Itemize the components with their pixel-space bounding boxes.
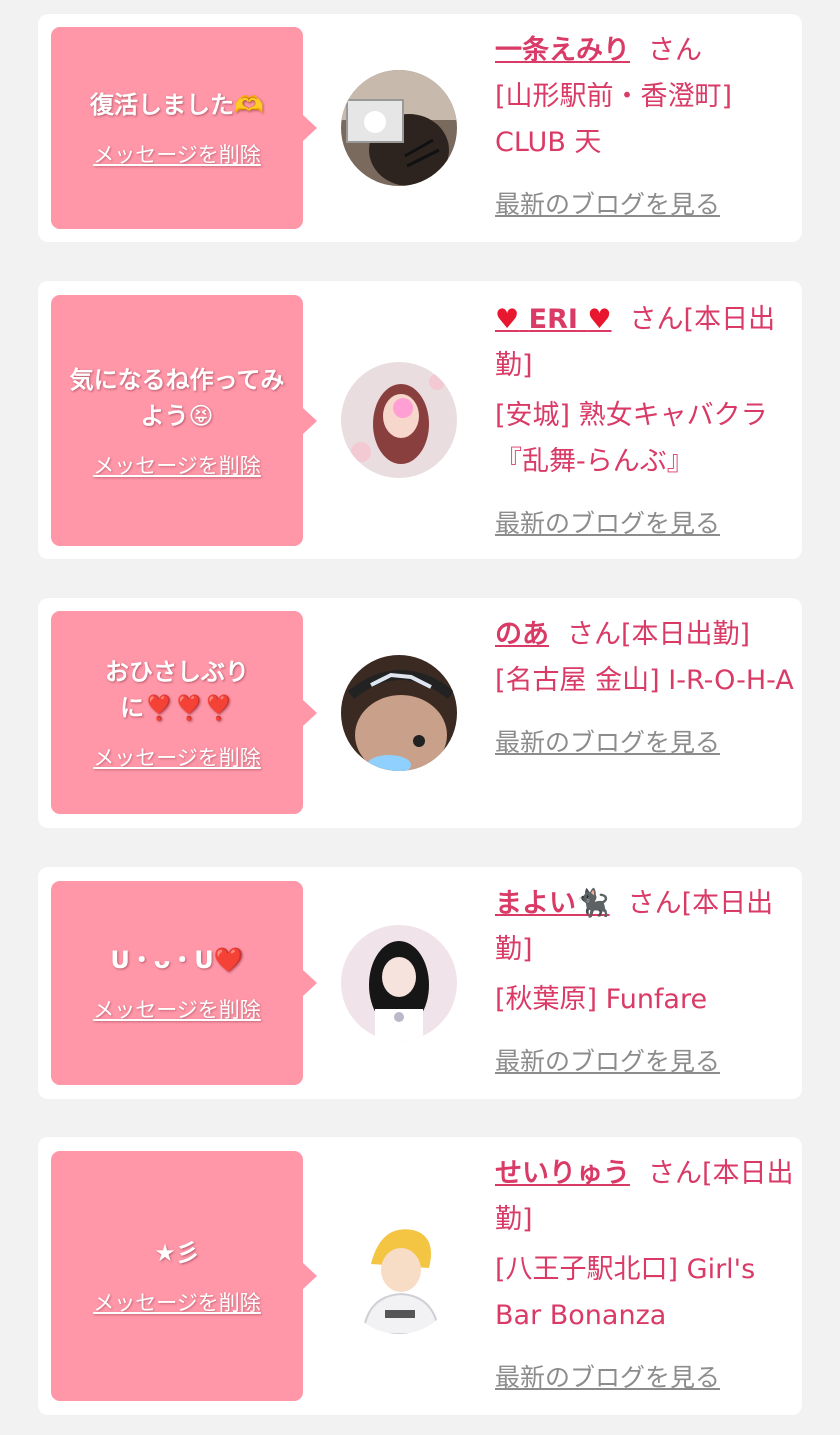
latest-blog-link[interactable]: 最新のブログを見る xyxy=(495,720,795,766)
shop-name: [安城] 熟女キャバクラ『乱舞-らんぶ』 xyxy=(495,400,768,477)
avatar[interactable] xyxy=(341,925,457,1041)
message-bubble: おひさしぶりに❣️❣️❣️ メッセージを削除 xyxy=(51,611,317,814)
cast-info: せいりゅう さん[本日出勤] [八王子駅北口] Girl's Bar Bonanz… xyxy=(495,1151,795,1401)
message-card: ★彡 メッセージを削除 せいりゅう さん[本日出勤] [八王子駅北口] Girl'… xyxy=(38,1137,802,1415)
cast-name-line: せいりゅう さん[本日出勤] xyxy=(495,1151,795,1243)
delete-message-link[interactable]: メッセージを削除 xyxy=(93,450,261,480)
message-text: 復活しました🫶 xyxy=(90,91,264,119)
avatar[interactable] xyxy=(341,70,457,186)
avatar[interactable] xyxy=(341,1218,457,1334)
message-card: 気になるね作ってみよう😝 メッセージを削除 ♥ ERI ♥ さん[本日出勤] [安… xyxy=(38,281,802,559)
cast-suffix: さん[本日出勤] xyxy=(567,619,751,650)
cast-name-line: まよい🐈‍⬛ さん[本日出勤] xyxy=(495,881,795,973)
cast-name-link[interactable]: のあ xyxy=(495,619,549,650)
cast-name-link[interactable]: 一条えみり xyxy=(495,35,630,66)
message-bubble: U・ᴗ・U❤️ メッセージを削除 xyxy=(51,881,317,1085)
latest-blog-link[interactable]: 最新のブログを見る xyxy=(495,182,795,228)
message-text: 気になるね作ってみよう😝 xyxy=(69,365,285,430)
heart-icon: ♥ xyxy=(587,304,612,335)
message-bubble: ★彡 メッセージを削除 xyxy=(51,1151,317,1401)
message-bubble: 復活しました🫶 メッセージを削除 xyxy=(51,27,317,229)
message-text: ★彡 xyxy=(154,1239,200,1267)
shop-name: [山形駅前・香澄町] CLUB 天 xyxy=(495,81,733,158)
cast-info: ♥ ERI ♥ さん[本日出勤] [安城] 熟女キャバクラ『乱舞-らんぶ』 最新の… xyxy=(495,297,795,547)
delete-message-link[interactable]: メッセージを削除 xyxy=(93,139,261,169)
shop-name: [名古屋 金山] I-R-O-H-A xyxy=(495,665,794,696)
delete-message-link[interactable]: メッセージを削除 xyxy=(93,994,261,1024)
delete-message-link[interactable]: メッセージを削除 xyxy=(93,1287,261,1317)
heart-icon: ♥ xyxy=(495,304,520,335)
cast-name-text: ERI xyxy=(528,304,578,335)
cast-name-link[interactable]: まよい🐈‍⬛ xyxy=(495,888,610,919)
message-text: U・ᴗ・U❤️ xyxy=(110,946,244,974)
shop-name: [八王子駅北口] Girl's Bar Bonanza xyxy=(495,1254,756,1331)
cast-info: まよい🐈‍⬛ さん[本日出勤] [秋葉原] Funfare 最新のブログを見る xyxy=(495,881,795,1085)
latest-blog-link[interactable]: 最新のブログを見る xyxy=(495,501,795,547)
message-card: U・ᴗ・U❤️ メッセージを削除 まよい🐈‍⬛ さん[本日出勤] [秋葉原] Fu… xyxy=(38,867,802,1099)
cast-name-line: ♥ ERI ♥ さん[本日出勤] xyxy=(495,297,795,389)
cast-name-link[interactable]: ♥ ERI ♥ xyxy=(495,304,612,335)
latest-blog-link[interactable]: 最新のブログを見る xyxy=(495,1355,795,1401)
latest-blog-link[interactable]: 最新のブログを見る xyxy=(495,1039,795,1085)
cast-name-link[interactable]: せいりゅう xyxy=(495,1158,630,1189)
shop-name: [秋葉原] Funfare xyxy=(495,984,708,1015)
avatar[interactable] xyxy=(341,362,457,478)
avatar[interactable] xyxy=(341,655,457,771)
cast-name-line: 一条えみり さん xyxy=(495,28,795,74)
message-card: 復活しました🫶 メッセージを削除 一条えみり さん [山形駅前・香澄町] CLUB… xyxy=(38,14,802,242)
cast-info: 一条えみり さん [山形駅前・香澄町] CLUB 天 最新のブログを見る xyxy=(495,28,795,228)
delete-message-link[interactable]: メッセージを削除 xyxy=(93,742,261,772)
cast-info: のあ さん[本日出勤] [名古屋 金山] I-R-O-H-A 最新のブログを見る xyxy=(495,612,795,766)
message-bubble: 気になるね作ってみよう😝 メッセージを削除 xyxy=(51,295,317,546)
cast-suffix: さん xyxy=(648,35,702,66)
cast-name-line: のあ さん[本日出勤] xyxy=(495,612,795,658)
message-card: おひさしぶりに❣️❣️❣️ メッセージを削除 のあ さん[本日出勤] [名古屋 金… xyxy=(38,598,802,828)
message-text: おひさしぶりに❣️❣️❣️ xyxy=(105,657,249,722)
